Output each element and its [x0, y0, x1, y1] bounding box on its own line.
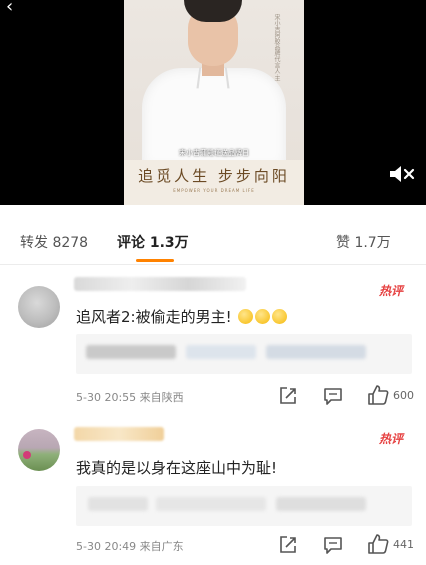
hot-comment-badge: 热评 [379, 432, 404, 446]
video-player[interactable]: ‹ 宋小吉阿胶品牌代言人·王 宋小吉蒲殿证送品牌日 追觅人生 步步向阳 EMPO… [0, 0, 426, 205]
reply-icon[interactable] [322, 534, 344, 556]
back-chevron-icon[interactable]: ‹ [6, 0, 13, 17]
comment-meta: 5-30 20:55 来自陕西 [76, 391, 184, 404]
comment-meta: 5-30 20:49 来自广东 [76, 540, 184, 553]
reply-icon[interactable] [322, 385, 344, 407]
like-count: 441 [393, 538, 414, 551]
username-blurred[interactable] [74, 427, 164, 441]
avatar-flower [23, 451, 31, 459]
reply-blurred [156, 497, 266, 511]
reply-blurred [276, 497, 366, 511]
reply-blurred [88, 497, 148, 511]
tab-repost[interactable]: 转发 8278 [20, 232, 88, 252]
avatar[interactable] [18, 429, 60, 471]
comment-text: 追风者2:被偷走的男主! [76, 306, 288, 327]
smile-emoji-icon [255, 309, 271, 324]
poster-side-text: 宋小吉阿胶品牌代言人·王 [273, 14, 280, 82]
thumb-up-icon[interactable] [367, 533, 389, 555]
video-subtitle: 宋小吉蒲殿证送品牌日 [179, 149, 249, 157]
reply-blurred [266, 345, 366, 359]
video-poster: 宋小吉阿胶品牌代言人·王 宋小吉蒲殿证送品牌日 追觅人生 步步向阳 EMPOWE… [124, 0, 304, 205]
reply-blurred [186, 345, 256, 359]
smile-emoji-icon [272, 309, 288, 324]
comment-text: 我真的是以身在这座山中为耻! [76, 457, 277, 478]
reply-blurred [86, 345, 176, 359]
tab-bar: 转发 8278 评论 1.3万 赞 1.7万 [0, 214, 426, 266]
tab-like[interactable]: 赞 1.7万 [336, 232, 391, 252]
hot-comment-badge: 热评 [379, 284, 404, 298]
mute-icon[interactable] [388, 163, 416, 185]
poster-slogan: 追觅人生 步步向阳 [138, 167, 290, 185]
username-blurred[interactable] [74, 277, 246, 291]
like-count: 600 [393, 389, 414, 402]
active-tab-indicator [136, 259, 174, 262]
tab-comment[interactable]: 评论 1.3万 [117, 232, 189, 252]
share-icon[interactable] [277, 534, 299, 556]
comment-text-content: 追风者2:被偷走的男主! [76, 308, 232, 326]
poster-slogan-en: EMPOWER YOUR DREAM LIFE [173, 188, 255, 193]
replies-preview[interactable] [76, 334, 412, 374]
share-icon[interactable] [277, 385, 299, 407]
divider [0, 264, 426, 265]
smile-emoji-icon [238, 309, 254, 324]
avatar[interactable] [18, 286, 60, 328]
replies-preview[interactable] [76, 486, 412, 526]
comment-text-content: 我真的是以身在这座山中为耻! [76, 459, 278, 477]
poster-collar [196, 67, 230, 89]
thumb-up-icon[interactable] [367, 384, 389, 406]
